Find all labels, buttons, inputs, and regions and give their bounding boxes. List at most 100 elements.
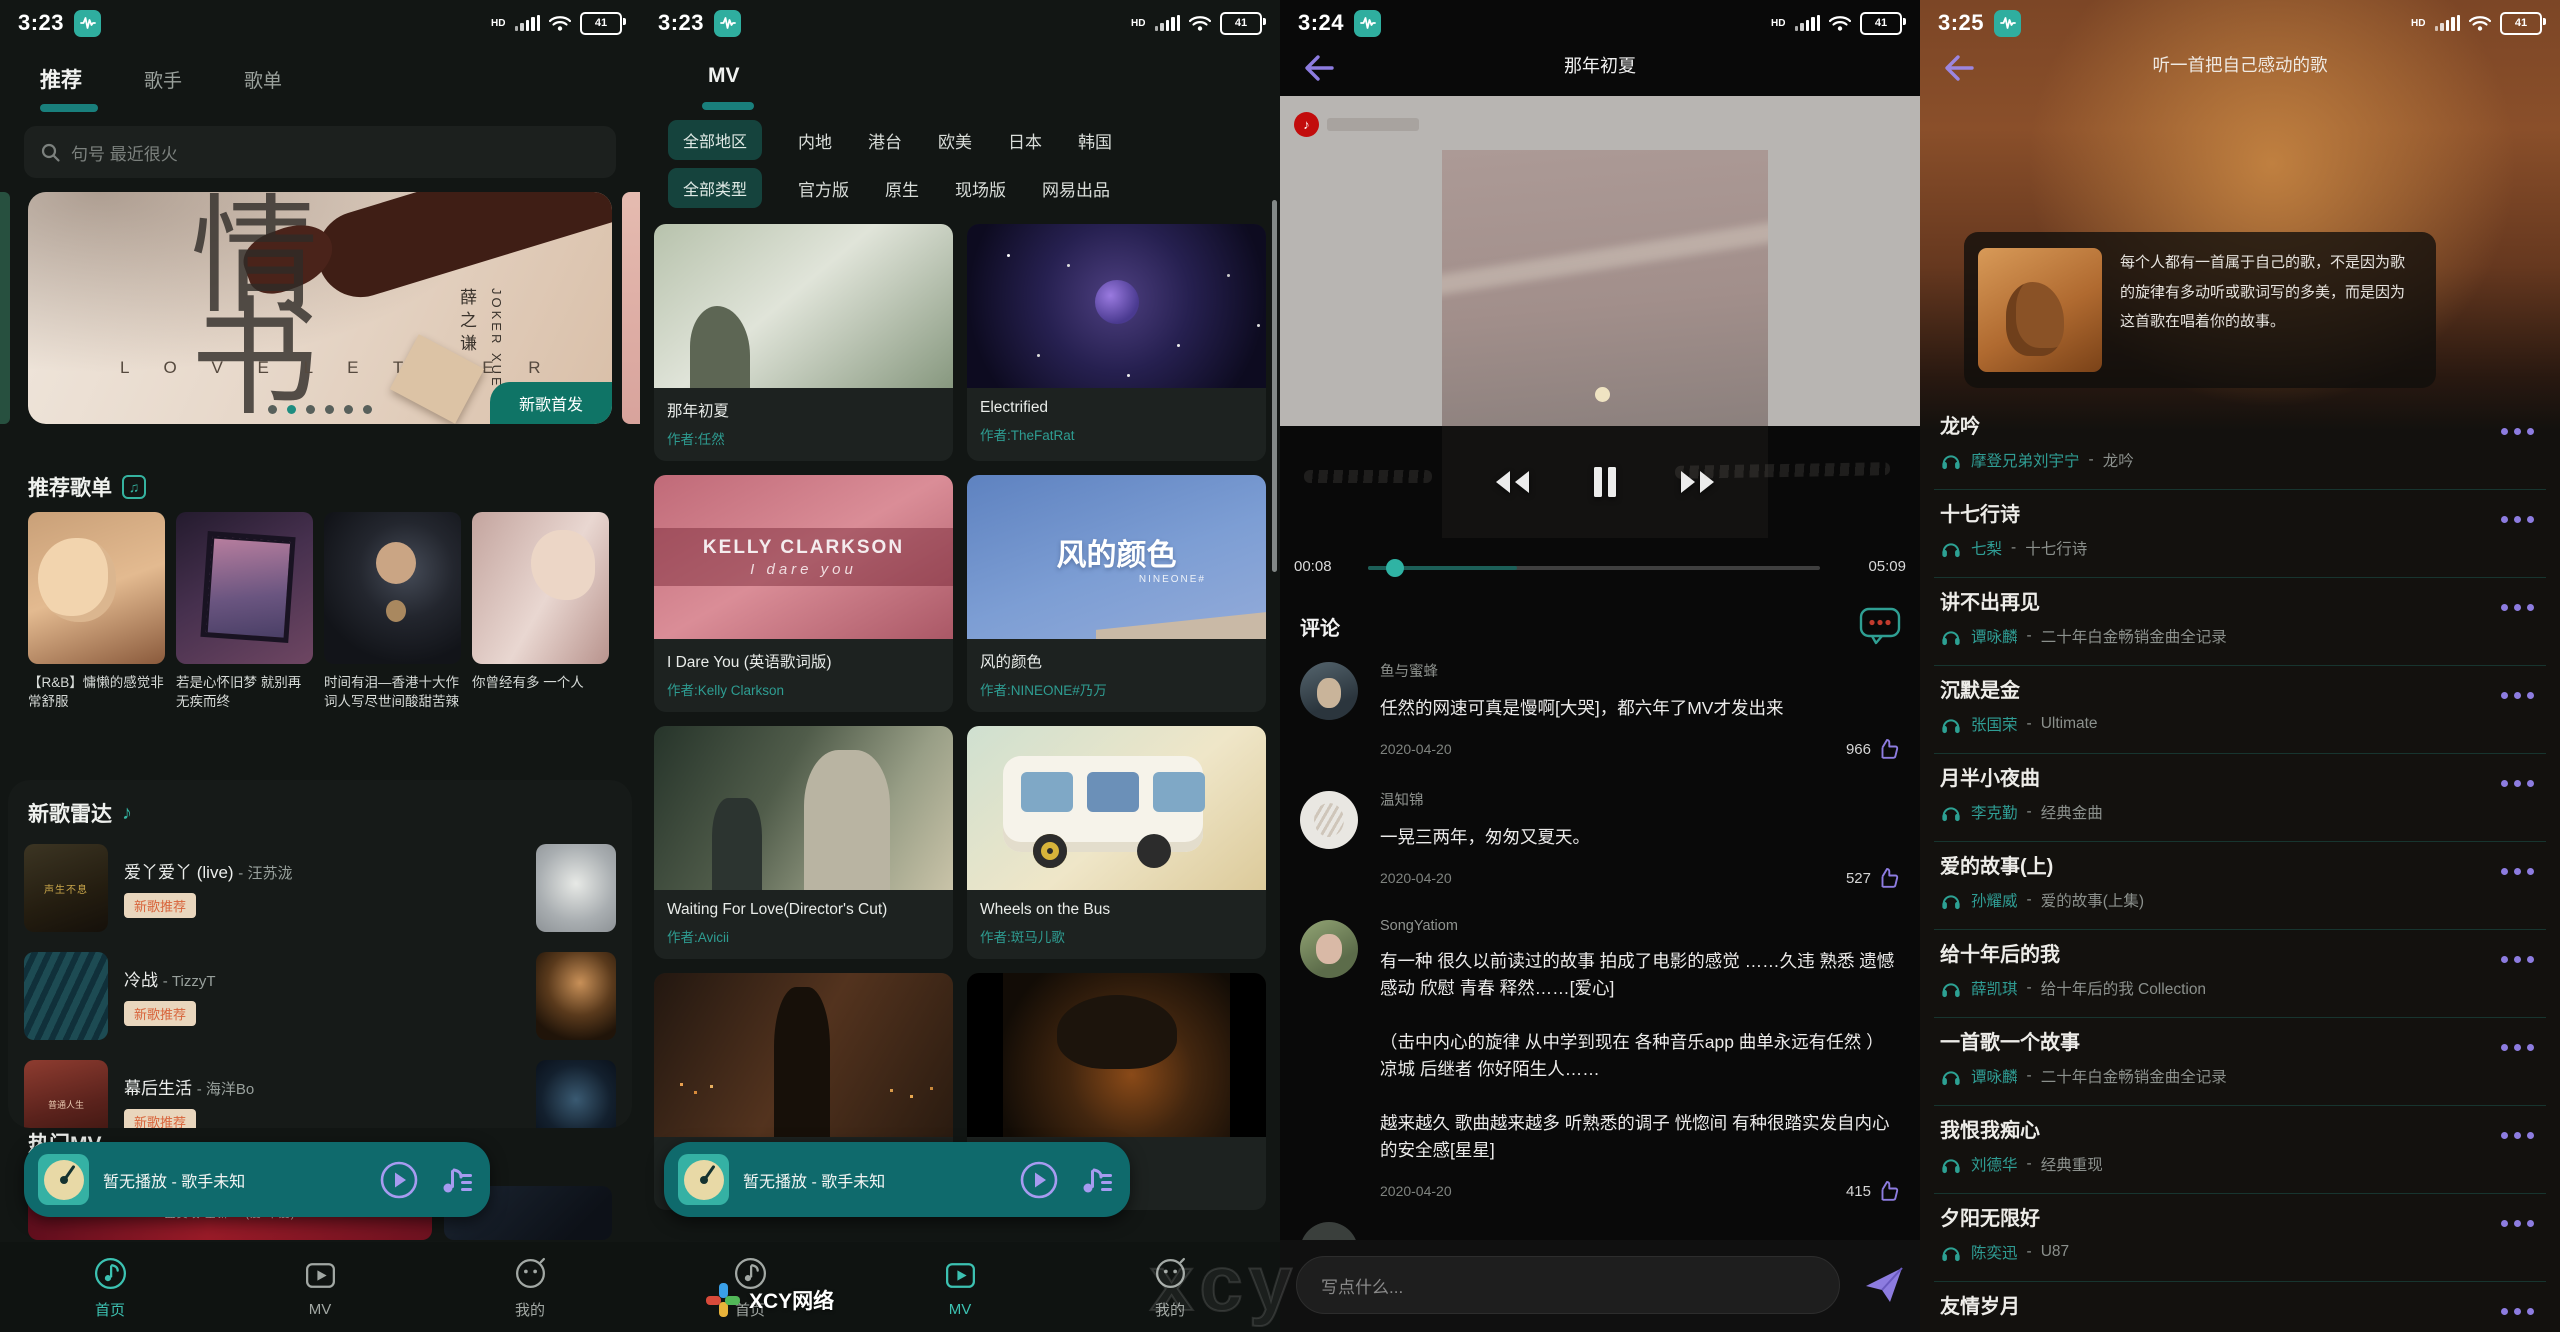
nav-home[interactable]: 首页	[62, 1242, 158, 1332]
filter-type[interactable]: 官方版	[798, 176, 849, 201]
mv-card[interactable]: Wheels on the Bus 作者:斑马儿歌	[967, 726, 1266, 959]
song-row[interactable]: 我恨我痴心 刘德华-经典重现	[1920, 1106, 2560, 1194]
song-row[interactable]: 月半小夜曲 李克勤-经典金曲	[1920, 754, 2560, 842]
like-button[interactable]: 415	[1846, 1179, 1900, 1203]
more-options-icon[interactable]	[2501, 692, 2534, 699]
scrollbar[interactable]	[1272, 200, 1277, 572]
like-button[interactable]: 966	[1846, 737, 1900, 761]
pause-button[interactable]	[1590, 465, 1620, 499]
mv-card[interactable]: 风的颜色NINEONE# 风的颜色 作者:NINEONE#乃万	[967, 475, 1266, 712]
back-button[interactable]	[1296, 46, 1340, 90]
playlist-card[interactable]: 若是心怀旧梦 就别再无疾而终	[176, 512, 313, 711]
play-button[interactable]	[1018, 1159, 1060, 1201]
progress-bar[interactable]	[1368, 566, 1820, 570]
nav-mv[interactable]: MV	[272, 1242, 368, 1332]
back-button[interactable]	[1936, 46, 1980, 90]
play-queue-icon[interactable]	[440, 1162, 476, 1198]
comment-bubble-icon[interactable]	[1858, 606, 1902, 646]
more-options-icon[interactable]	[2501, 956, 2534, 963]
mini-player-bar[interactable]: 暂无播放 - 歌手未知	[664, 1142, 1130, 1217]
filter-all-regions[interactable]: 全部地区	[668, 120, 762, 160]
song-row[interactable]: 十七行诗 七梨-十七行诗	[1920, 490, 2560, 578]
progress-thumb[interactable]	[1386, 559, 1404, 577]
more-options-icon[interactable]	[2501, 1308, 2534, 1315]
comment-item[interactable]: 温知锦 一晃三两年，匆匆又夏天。 2020-04-20 527	[1300, 789, 1900, 890]
mv-card[interactable]: Waiting For Love(Director's Cut) 作者:Avic…	[654, 726, 953, 959]
song-artist: TizzyT	[172, 973, 216, 990]
filter-all-types[interactable]: 全部类型	[668, 168, 762, 208]
song-row[interactable]: 友情岁月	[1920, 1282, 2560, 1332]
more-options-icon[interactable]	[2501, 1044, 2534, 1051]
radar-song-row[interactable]: 普通人生 幕后生活 - 海洋Bo 新歌推荐	[8, 1050, 632, 1128]
playlist-title: 听一首把自己感动的歌	[1920, 52, 2560, 77]
status-time: 3:23	[18, 10, 64, 36]
song-row[interactable]: 夕阳无限好 陈奕迅-U87	[1920, 1194, 2560, 1282]
song-list[interactable]: 龙吟 摩登兄弟刘宇宁-龙吟 十七行诗 七梨-十七行诗 讲不出再见 谭咏麟-二十年…	[1920, 402, 2560, 1332]
new-release-badge[interactable]: 新歌首发	[490, 382, 612, 424]
song-title: 幕后生活	[124, 1079, 192, 1098]
more-options-icon[interactable]	[2501, 1220, 2534, 1227]
status-time: 3:24	[1298, 10, 1344, 36]
play-queue-icon[interactable]	[1080, 1162, 1116, 1198]
song-row[interactable]: 爱的故事(上) 孙耀威-爱的故事(上集)	[1920, 842, 2560, 930]
credit-text-art	[1304, 470, 1432, 483]
more-options-icon[interactable]	[2501, 1132, 2534, 1139]
more-options-icon[interactable]	[2501, 428, 2534, 435]
tab-singer[interactable]: 歌手	[144, 66, 182, 93]
nav-mv[interactable]: MV	[912, 1242, 1008, 1332]
hd-label: HD	[491, 18, 505, 29]
rewind-button[interactable]	[1492, 469, 1532, 495]
comments-header: 评论	[1300, 612, 1340, 641]
comment-input[interactable]: 写点什么...	[1296, 1256, 1840, 1314]
filter-type[interactable]: 网易出品	[1042, 176, 1110, 201]
carousel-dots[interactable]	[28, 405, 612, 414]
banner-love-letter[interactable]: 情书 L O V E L E T T E R 薛之谦JOKER XUE 新歌首发	[28, 192, 612, 424]
playlist-cover	[176, 512, 313, 664]
moon-art	[1595, 387, 1610, 402]
comment-item[interactable]: SongYatiom 有一种 很久以前读过的故事 拍成了电影的感觉 ……久违 熟…	[1300, 918, 1900, 1203]
song-row[interactable]: 给十年后的我 薛凯琪-给十年后的我 Collection	[1920, 930, 2560, 1018]
hd-label: HD	[2411, 18, 2425, 29]
search-placeholder: 句号 最近很火	[71, 140, 178, 165]
more-options-icon[interactable]	[2501, 604, 2534, 611]
song-row[interactable]: 沉默是金 张国荣-Ultimate	[1920, 666, 2560, 754]
video-player[interactable]: ♪	[1280, 96, 1920, 426]
tab-recommend[interactable]: 推荐	[40, 64, 82, 94]
playlist-card[interactable]: 【R&B】慵懒的感觉非常舒服	[28, 512, 165, 711]
hd-label: HD	[1771, 18, 1785, 29]
mv-card[interactable]: Electrified 作者:TheFatRat	[967, 224, 1266, 461]
more-options-icon[interactable]	[2501, 516, 2534, 523]
comment-list[interactable]: 鱼与蜜蜂 任然的网速可真是慢啊[大哭]，都六年了MV才发出来 2020-04-2…	[1280, 660, 1920, 1238]
filter-type[interactable]: 原生	[885, 176, 919, 201]
comment-item[interactable]: 鱼与蜜蜂 任然的网速可真是慢啊[大哭]，都六年了MV才发出来 2020-04-2…	[1300, 660, 1900, 761]
status-bar: 3:24 HD 41	[1280, 0, 1920, 46]
more-options-icon[interactable]	[2501, 780, 2534, 787]
filter-region[interactable]: 韩国	[1078, 128, 1112, 153]
filter-region[interactable]: 欧美	[938, 128, 972, 153]
filter-region[interactable]: 港台	[868, 128, 902, 153]
back-arrow-icon	[1296, 46, 1340, 90]
mini-player-bar[interactable]: 暂无播放 - 歌手未知	[24, 1142, 490, 1217]
more-options-icon[interactable]	[2501, 868, 2534, 875]
send-button[interactable]	[1862, 1262, 1906, 1306]
song-row[interactable]: 讲不出再见 谭咏麟-二十年白金畅销金曲全记录	[1920, 578, 2560, 666]
filter-type[interactable]: 现场版	[955, 176, 1006, 201]
like-button[interactable]: 527	[1846, 866, 1900, 890]
playlist-card[interactable]: 你曾经有多 一个人	[472, 512, 609, 711]
mv-thumbnail: KELLY CLARKSONI dare you	[654, 475, 953, 639]
status-bar: 3:25 HD 41	[1920, 0, 2560, 46]
radar-song-row[interactable]: 冷战 - TizzyT 新歌推荐	[8, 942, 632, 1050]
song-row[interactable]: 一首歌一个故事 谭咏麟-二十年白金畅销金曲全记录	[1920, 1018, 2560, 1106]
playlist-card[interactable]: 时间有泪—香港十大作词人写尽世间酸甜苦辣	[324, 512, 461, 711]
radar-song-row[interactable]: 声生不息 爱丫爱丫 (live) - 汪苏泷 新歌推荐	[8, 834, 632, 942]
mv-card[interactable]: KELLY CLARKSONI dare you I Dare You (英语歌…	[654, 475, 953, 712]
play-button[interactable]	[378, 1159, 420, 1201]
filter-region[interactable]: 日本	[1008, 128, 1042, 153]
mv-card[interactable]: 那年初夏 作者:任然	[654, 224, 953, 461]
song-row[interactable]: 龙吟 摩登兄弟刘宇宁-龙吟	[1920, 402, 2560, 490]
search-input[interactable]: 句号 最近很火	[24, 126, 616, 178]
filter-region[interactable]: 内地	[798, 128, 832, 153]
tab-playlist[interactable]: 歌单	[244, 66, 282, 93]
nav-mine[interactable]: 我的	[482, 1242, 578, 1332]
comment-date: 2020-04-20	[1380, 870, 1452, 886]
